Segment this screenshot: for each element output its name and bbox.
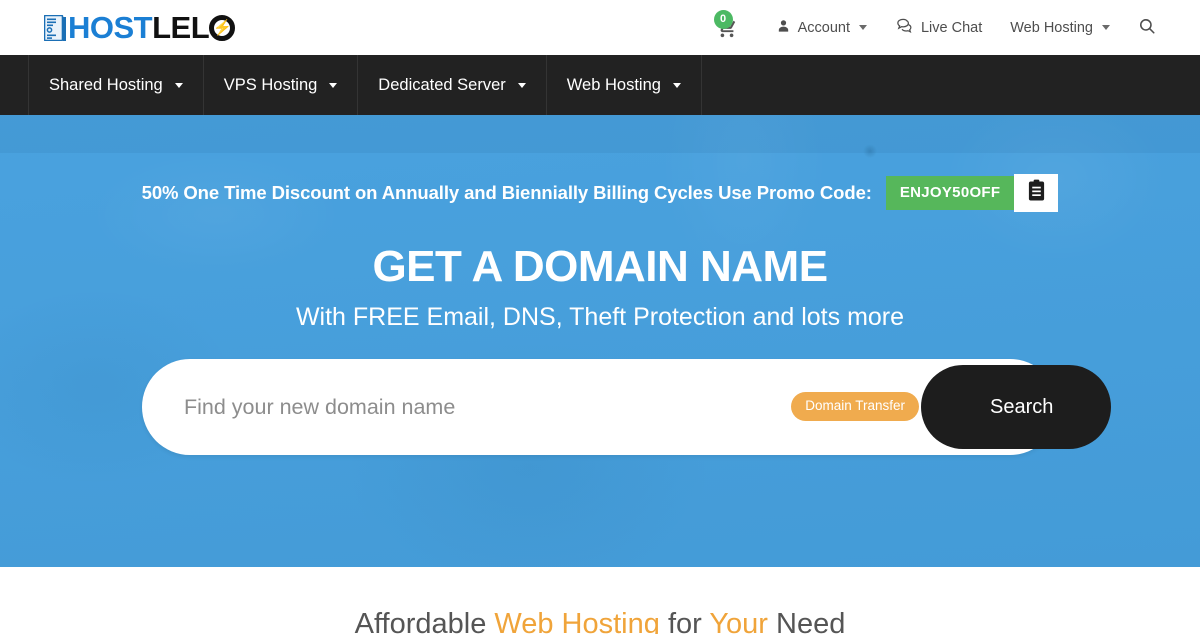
nav-item-vps-hosting[interactable]: VPS Hosting <box>202 55 359 115</box>
hero-content: 50% One Time Discount on Annually and Bi… <box>0 174 1200 455</box>
domain-search-button[interactable]: Search <box>921 365 1111 449</box>
search-icon <box>1138 17 1156 39</box>
section-title: Affordable Web Hosting for Your Need <box>355 610 846 634</box>
logo-text-lelo: LEL <box>152 10 210 45</box>
domain-search-area: Search Domain Transfer <box>142 359 1111 455</box>
hero-top-shade <box>0 115 1200 153</box>
section-title-highlight1: Web Hosting <box>494 608 660 634</box>
nav-item-web-hosting[interactable]: Web Hosting <box>545 55 702 115</box>
site-logo[interactable]: HOST LEL ⚡ <box>43 10 236 45</box>
cart-button[interactable]: 0 <box>698 0 762 55</box>
top-nav: 0 Account Live Chat Web Hosting <box>698 0 1160 55</box>
search-button[interactable] <box>1124 0 1160 55</box>
web-hosting-label-top: Web Hosting <box>1010 19 1093 36</box>
promo-banner: 50% One Time Discount on Annually and Bi… <box>0 174 1200 212</box>
section-title-part3: Need <box>767 608 846 634</box>
nav-item-dedicated-server[interactable]: Dedicated Server <box>357 55 547 115</box>
chevron-down-icon <box>672 82 681 88</box>
chevron-down-icon <box>174 82 183 88</box>
section-title-part2: for <box>659 608 710 634</box>
copy-promo-code-button[interactable] <box>1014 174 1059 212</box>
live-chat-button[interactable]: Live Chat <box>881 0 996 55</box>
chevron-down-icon <box>1102 25 1110 30</box>
chevron-down-icon <box>858 25 867 30</box>
section-title-highlight2: Your <box>709 608 768 634</box>
section-title-part1: Affordable <box>354 608 495 634</box>
promo-code-badge[interactable]: ENJOY50OFF <box>885 176 1015 210</box>
nav-item-shared-hosting[interactable]: Shared Hosting <box>28 55 204 115</box>
nav-label-web-hosting: Web Hosting <box>566 75 661 94</box>
main-navigation: Shared Hosting VPS Hosting Dedicated Ser… <box>0 55 1200 115</box>
shopping-cart-icon: 0 <box>712 9 742 43</box>
below-hero-section: Affordable Web Hosting for Your Need <box>0 567 1200 634</box>
nav-label-vps-hosting: VPS Hosting <box>223 75 318 94</box>
chat-bubbles-icon <box>895 18 914 38</box>
live-chat-label: Live Chat <box>920 19 983 36</box>
top-header-bar: HOST LEL ⚡ 0 Account Live Chat Web Hosti… <box>0 0 1200 55</box>
account-menu[interactable]: Account <box>762 0 881 55</box>
nav-label-dedicated-server: Dedicated Server <box>378 75 506 94</box>
logo-text-host: HOST <box>68 10 153 45</box>
hero-banner: 50% One Time Discount on Annually and Bi… <box>0 115 1200 567</box>
clipboard-copy-icon <box>1027 179 1046 207</box>
chevron-down-icon <box>329 82 338 88</box>
hero-subtitle: With FREE Email, DNS, Theft Protection a… <box>295 303 905 331</box>
cart-count-badge: 0 <box>713 9 733 29</box>
page-title: GET A DOMAIN NAME <box>372 242 828 291</box>
promo-text: 50% One Time Discount on Annually and Bi… <box>141 182 872 203</box>
domain-search-input[interactable] <box>184 359 764 455</box>
web-hosting-menu-top[interactable]: Web Hosting <box>996 0 1124 55</box>
chevron-down-icon <box>517 82 526 88</box>
user-icon <box>776 18 791 38</box>
nav-label-shared-hosting: Shared Hosting <box>49 75 163 94</box>
server-icon <box>43 14 66 41</box>
domain-transfer-button[interactable]: Domain Transfer <box>791 392 919 421</box>
account-label: Account <box>797 19 850 36</box>
lightning-bolt-icon: ⚡ <box>209 14 236 41</box>
logo-wordmark: HOST LEL ⚡ <box>68 10 236 45</box>
